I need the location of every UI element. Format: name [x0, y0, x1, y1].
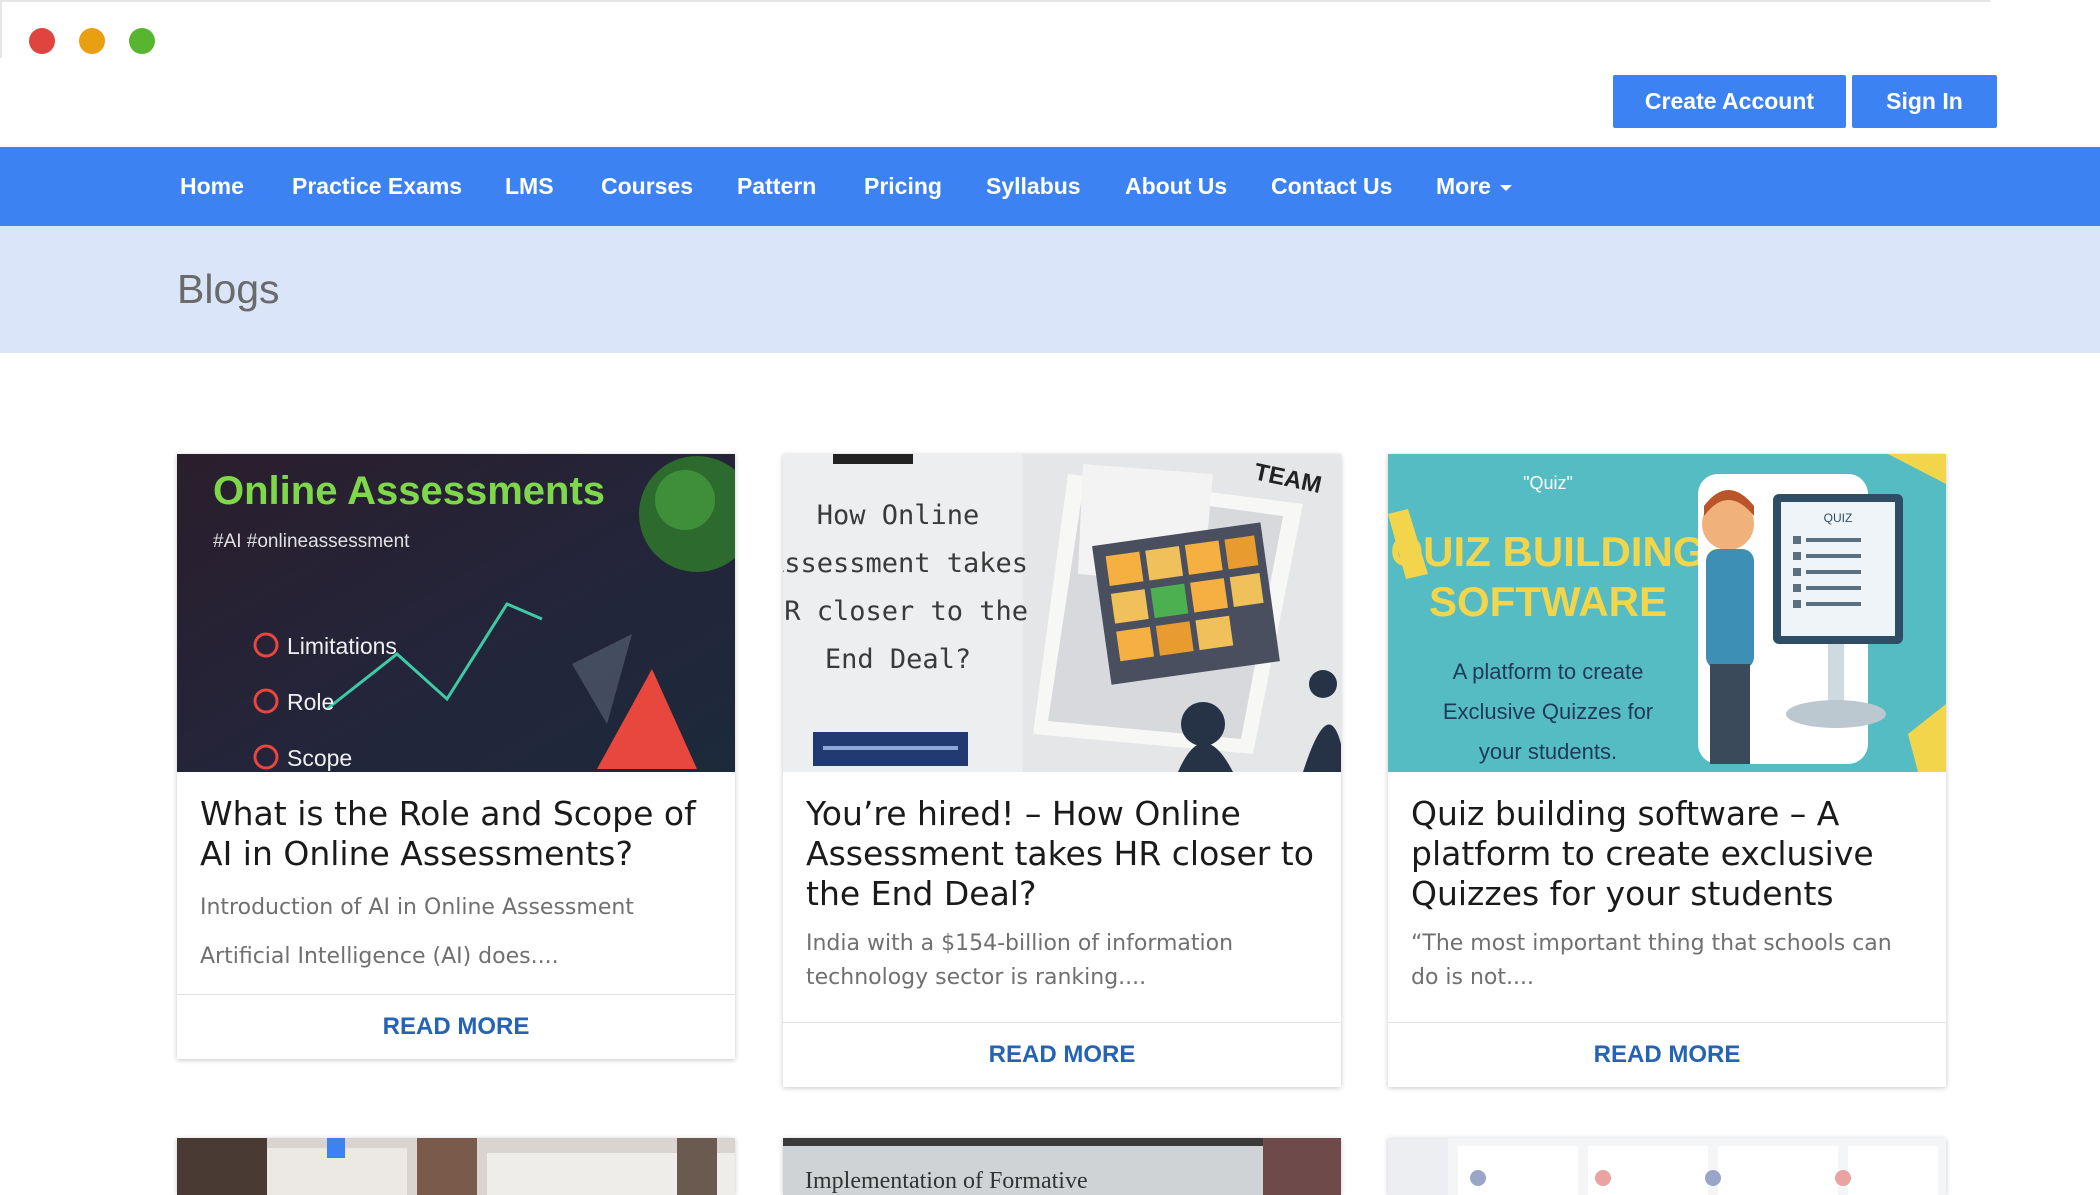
- window-border-left: [0, 0, 2, 58]
- read-more-link[interactable]: READ MORE: [783, 1022, 1341, 1087]
- svg-text:HR closer to the: HR closer to the: [783, 596, 1028, 627]
- close-window-button[interactable]: [29, 28, 55, 54]
- svg-text:Role: Role: [287, 689, 334, 715]
- blog-card-preview-image: [1388, 1138, 1946, 1195]
- nav-contact-us[interactable]: Contact Us: [1271, 147, 1392, 226]
- sign-in-button[interactable]: Sign In: [1852, 75, 1997, 128]
- blog-card-preview-image: [177, 1138, 735, 1195]
- svg-text:QUIZ: QUIZ: [1824, 511, 1853, 525]
- svg-text:Limitations: Limitations: [287, 633, 397, 659]
- svg-text:Scope: Scope: [287, 745, 352, 771]
- minimize-window-button[interactable]: [79, 28, 105, 54]
- blog-card-image[interactable]: How Online Assessment takes HR closer to…: [783, 454, 1341, 772]
- window-chrome: Create Account Sign In: [0, 0, 2100, 147]
- blog-card-excerpt: “The most important thing that schools c…: [1411, 931, 1892, 990]
- read-more-link[interactable]: READ MORE: [177, 994, 735, 1059]
- nav-lms[interactable]: LMS: [505, 147, 554, 226]
- svg-text:Exclusive Quizzes for: Exclusive Quizzes for: [1443, 699, 1653, 724]
- nav-practice-exams[interactable]: Practice Exams: [292, 147, 462, 226]
- read-more-link[interactable]: READ MORE: [1388, 1022, 1946, 1087]
- svg-text:SOFTWARE: SOFTWARE: [1429, 578, 1667, 625]
- svg-text:How Online: How Online: [817, 500, 980, 531]
- svg-text:A platform to create: A platform to create: [1453, 659, 1644, 684]
- blog-card-preview[interactable]: Implementation of Formative: [783, 1138, 1341, 1195]
- blog-card: How Online Assessment takes HR closer to…: [783, 454, 1341, 1087]
- nav-pricing[interactable]: Pricing: [864, 147, 942, 226]
- blog-card: Online Assessments #AI #onlineassessment…: [177, 454, 735, 1059]
- svg-text:QUIZ BUILDING: QUIZ BUILDING: [1391, 528, 1706, 575]
- page-title: Blogs: [177, 266, 280, 312]
- maximize-window-button[interactable]: [129, 28, 155, 54]
- create-account-button[interactable]: Create Account: [1613, 75, 1846, 128]
- svg-text:"Quiz": "Quiz": [1523, 473, 1573, 493]
- blog-card-excerpt: Introduction of AI in Online Assessment: [200, 895, 634, 920]
- svg-text:End Deal?: End Deal?: [825, 644, 971, 675]
- online-assessments-illustration: Online Assessments #AI #onlineassessment…: [177, 454, 735, 772]
- blog-card-image[interactable]: Online Assessments #AI #onlineassessment…: [177, 454, 735, 772]
- blog-card-preview[interactable]: [1388, 1138, 1946, 1195]
- blog-card: "Quiz" QUIZ BUILDING SOFTWARE A platform…: [1388, 454, 1946, 1087]
- svg-text:#AI #onlineassessment: #AI #onlineassessment: [213, 531, 410, 552]
- quiz-software-illustration: "Quiz" QUIZ BUILDING SOFTWARE A platform…: [1388, 454, 1946, 772]
- page-title-band: [0, 226, 2100, 353]
- blog-card-excerpt: Artificial Intelligence (AI) does....: [200, 944, 559, 969]
- caret-down-icon: [1499, 185, 1512, 191]
- blog-card-excerpt: India with a $154-billion of information…: [806, 931, 1234, 990]
- nav-syllabus[interactable]: Syllabus: [986, 147, 1081, 226]
- blog-card-preview[interactable]: [177, 1138, 735, 1195]
- nav-about-us[interactable]: About Us: [1125, 147, 1227, 226]
- blog-card-image[interactable]: "Quiz" QUIZ BUILDING SOFTWARE A platform…: [1388, 454, 1946, 772]
- window-border-top: [0, 0, 1990, 2]
- blog-card-title[interactable]: What is the Role and Scope of AI in Onli…: [200, 794, 712, 874]
- blog-card-title[interactable]: You’re hired! – How Online Assessment ta…: [806, 794, 1318, 914]
- blog-card-title[interactable]: Quiz building software – A platform to c…: [1411, 794, 1923, 914]
- svg-text:your students.: your students.: [1479, 739, 1617, 764]
- hr-online-assessment-illustration: How Online Assessment takes HR closer to…: [783, 454, 1341, 772]
- main-navigation: Home Practice Exams LMS Courses Pattern …: [0, 147, 2100, 226]
- blog-card-preview-text: Implementation of Formative: [805, 1168, 1088, 1194]
- nav-home[interactable]: Home: [180, 147, 244, 226]
- nav-pattern[interactable]: Pattern: [737, 147, 816, 226]
- nav-more-dropdown[interactable]: More: [1436, 147, 1512, 226]
- svg-text:Assessment takes: Assessment takes: [783, 548, 1028, 579]
- svg-text:Online Assessments: Online Assessments: [213, 469, 605, 513]
- nav-courses[interactable]: Courses: [601, 147, 693, 226]
- nav-more-label: More: [1436, 173, 1491, 199]
